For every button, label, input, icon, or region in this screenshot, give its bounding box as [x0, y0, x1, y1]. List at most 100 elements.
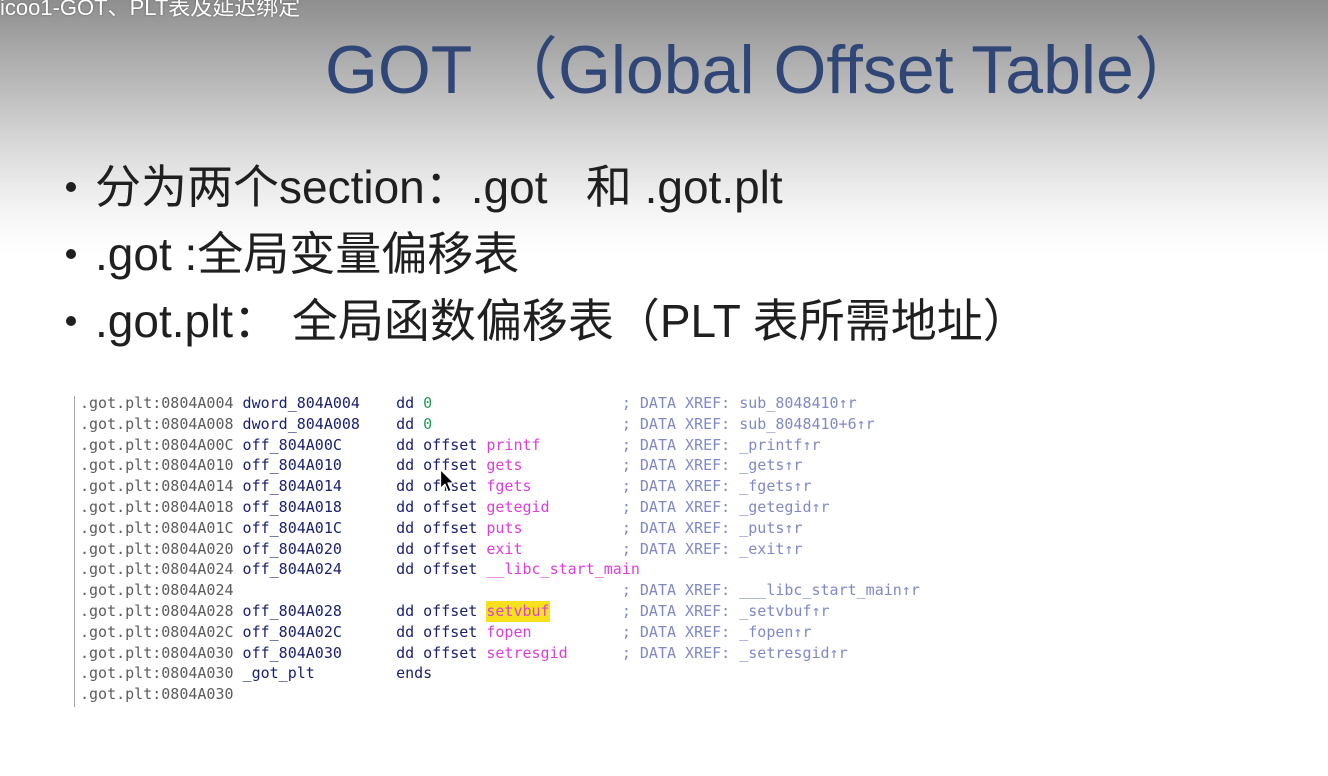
row-address: .got.plt:0804A028: [80, 601, 234, 620]
row-comment: ; DATA XREF: _setresgid↑r: [621, 643, 848, 662]
row-address: .got.plt:0804A030: [80, 664, 234, 683]
row-instruction: dd offset gets: [396, 455, 622, 476]
row-instruction: dd 0: [396, 414, 622, 435]
row-instruction: [396, 580, 622, 601]
row-directive: dd offset: [396, 643, 478, 662]
bullet-item: 分为两个section：.got 和 .got.plt: [66, 154, 1029, 221]
row-label: off_804A028: [242, 601, 342, 620]
disassembly-listing: .got.plt:0804A004 dword_804A004 dd 0 ; DA…: [80, 393, 920, 705]
listing-row: .got.plt:0804A02C off_804A02C dd offset f…: [80, 622, 920, 643]
row-operand: 0: [423, 394, 433, 412]
row-instruction: dd offset fgets: [396, 476, 622, 497]
row-label: off_804A020: [242, 539, 342, 558]
listing-row: .got.plt:0804A01C off_804A01C dd offset p…: [80, 518, 920, 539]
row-comment: ; DATA XREF: _fgets↑r: [621, 477, 812, 496]
bullet-text: 分为两个section：.got 和 .got.plt: [95, 161, 783, 213]
row-directive: dd offset: [396, 497, 478, 516]
row-address: .got.plt:0804A024: [80, 560, 234, 579]
row-operand: fgets: [486, 477, 532, 496]
row-instruction: dd offset puts: [396, 518, 622, 539]
row-comment: ; DATA XREF: ___libc_start_main↑r: [621, 581, 920, 600]
row-address: .got.plt:0804A024: [80, 581, 234, 600]
row-comment: ; DATA XREF: sub_8048410+6↑r: [621, 414, 875, 433]
row-label: dword_804A008: [242, 414, 360, 433]
row-address: .got.plt:0804A00C: [80, 435, 234, 454]
row-operand: __libc_start_main: [486, 560, 640, 579]
row-address: .got.plt:0804A010: [80, 456, 234, 475]
row-address: .got.plt:0804A014: [80, 477, 234, 496]
row-label: off_804A02C: [242, 622, 342, 641]
row-label: off_804A00C: [242, 435, 342, 454]
bullet-item: .got :全局变量偏移表: [66, 221, 1029, 288]
row-label: off_804A018: [242, 497, 342, 516]
row-operand: exit: [486, 539, 523, 558]
row-comment: ; DATA XREF: _exit↑r: [621, 539, 803, 558]
row-instruction: dd offset setvbuf: [396, 600, 622, 622]
row-address: .got.plt:0804A030: [80, 685, 234, 704]
listing-row: .got.plt:0804A004 dword_804A004 dd 0 ; DA…: [80, 393, 920, 414]
row-directive: dd offset: [396, 477, 478, 496]
row-comment: ; DATA XREF: _setvbuf↑r: [621, 601, 830, 620]
row-label: off_804A024: [242, 560, 342, 579]
row-directive: dd: [396, 394, 415, 412]
row-operand: puts: [486, 518, 523, 537]
row-label: off_804A01C: [242, 518, 342, 537]
row-address: .got.plt:0804A02C: [80, 622, 234, 641]
row-address: .got.plt:0804A030: [80, 643, 234, 662]
row-directive: dd offset: [396, 539, 478, 558]
row-address: .got.plt:0804A020: [80, 539, 234, 558]
row-comment: ; DATA XREF: _fopen↑r: [621, 622, 812, 641]
row-address: .got.plt:0804A004: [80, 394, 234, 412]
video-title: icoo1-GOT、PLT表及延迟绑定: [0, 0, 301, 20]
row-address: .got.plt:0804A01C: [80, 518, 234, 537]
row-directive: dd offset: [396, 622, 478, 641]
row-label: off_804A010: [242, 456, 342, 475]
bullet-dot-icon: [66, 249, 76, 259]
bullet-list: 分为两个section：.got 和 .got.plt .got :全局变量偏移…: [66, 154, 1029, 355]
row-label: off_804A014: [242, 477, 342, 496]
row-instruction: dd offset getegid: [396, 497, 622, 518]
row-comment: ; DATA XREF: _getegid↑r: [621, 497, 830, 516]
row-instruction: dd offset printf: [396, 435, 622, 456]
row-label: off_804A030: [242, 643, 342, 662]
listing-row: .got.plt:0804A010 off_804A010 dd offset g…: [80, 455, 920, 476]
row-address: .got.plt:0804A018: [80, 497, 234, 516]
row-label: _got_plt: [242, 664, 315, 683]
bullet-text: .got.plt： 全局函数偏移表（PLT 表所需地址）: [95, 295, 1029, 347]
listing-row: .got.plt:0804A030 _got_plt ends: [80, 663, 920, 684]
row-instruction: dd offset fopen: [396, 622, 622, 643]
listing-row: .got.plt:0804A024 off_804A024 dd offset _…: [80, 559, 920, 580]
listing-row: .got.plt:0804A00C off_804A00C dd offset p…: [80, 435, 920, 456]
row-label: [243, 684, 397, 705]
listing-row: .got.plt:0804A024 ; DATA XREF: ___libc_s…: [80, 580, 920, 601]
bullet-text: .got :全局变量偏移表: [95, 228, 520, 280]
bullet-dot-icon: [66, 316, 76, 326]
row-operand: printf: [486, 435, 541, 454]
listing-row: .got.plt:0804A030 off_804A030 dd offset s…: [80, 643, 920, 664]
row-instruction: dd offset __libc_start_main: [396, 559, 640, 580]
row-operand: gets: [486, 456, 523, 475]
listing-row: .got.plt:0804A014 off_804A014 dd offset f…: [80, 476, 920, 497]
row-operand: getegid: [486, 497, 550, 516]
listing-gutter-line: [74, 396, 75, 707]
row-directive: dd offset: [396, 435, 478, 454]
row-directive: dd offset: [396, 560, 478, 579]
row-directive: dd offset: [396, 518, 478, 537]
listing-row: .got.plt:0804A018 off_804A018 dd offset g…: [80, 497, 920, 518]
video-frame[interactable]: icoo1-GOT、PLT表及延迟绑定 GOT （Global Offset T…: [0, 0, 1328, 776]
row-comment: ; DATA XREF: sub_8048410↑r: [621, 394, 857, 412]
row-address: .got.plt:0804A008: [80, 414, 234, 433]
row-operand: setresgid: [486, 643, 568, 662]
row-comment: ; DATA XREF: _gets↑r: [621, 456, 803, 475]
mouse-pointer-icon: [439, 468, 455, 493]
row-comment: ; DATA XREF: _puts↑r: [621, 518, 803, 537]
listing-row: .got.plt:0804A028 off_804A028 dd offset s…: [80, 600, 920, 622]
row-instruction: dd offset exit: [396, 539, 622, 560]
row-operand-highlighted: setvbuf: [486, 600, 550, 622]
bullet-dot-icon: [66, 182, 76, 192]
listing-row: .got.plt:0804A020 off_804A020 dd offset e…: [80, 539, 920, 560]
listing-row: .got.plt:0804A030: [80, 684, 920, 705]
row-instruction: ends: [396, 663, 622, 684]
row-instruction: dd 0: [396, 393, 622, 414]
row-directive: dd offset: [396, 601, 478, 620]
